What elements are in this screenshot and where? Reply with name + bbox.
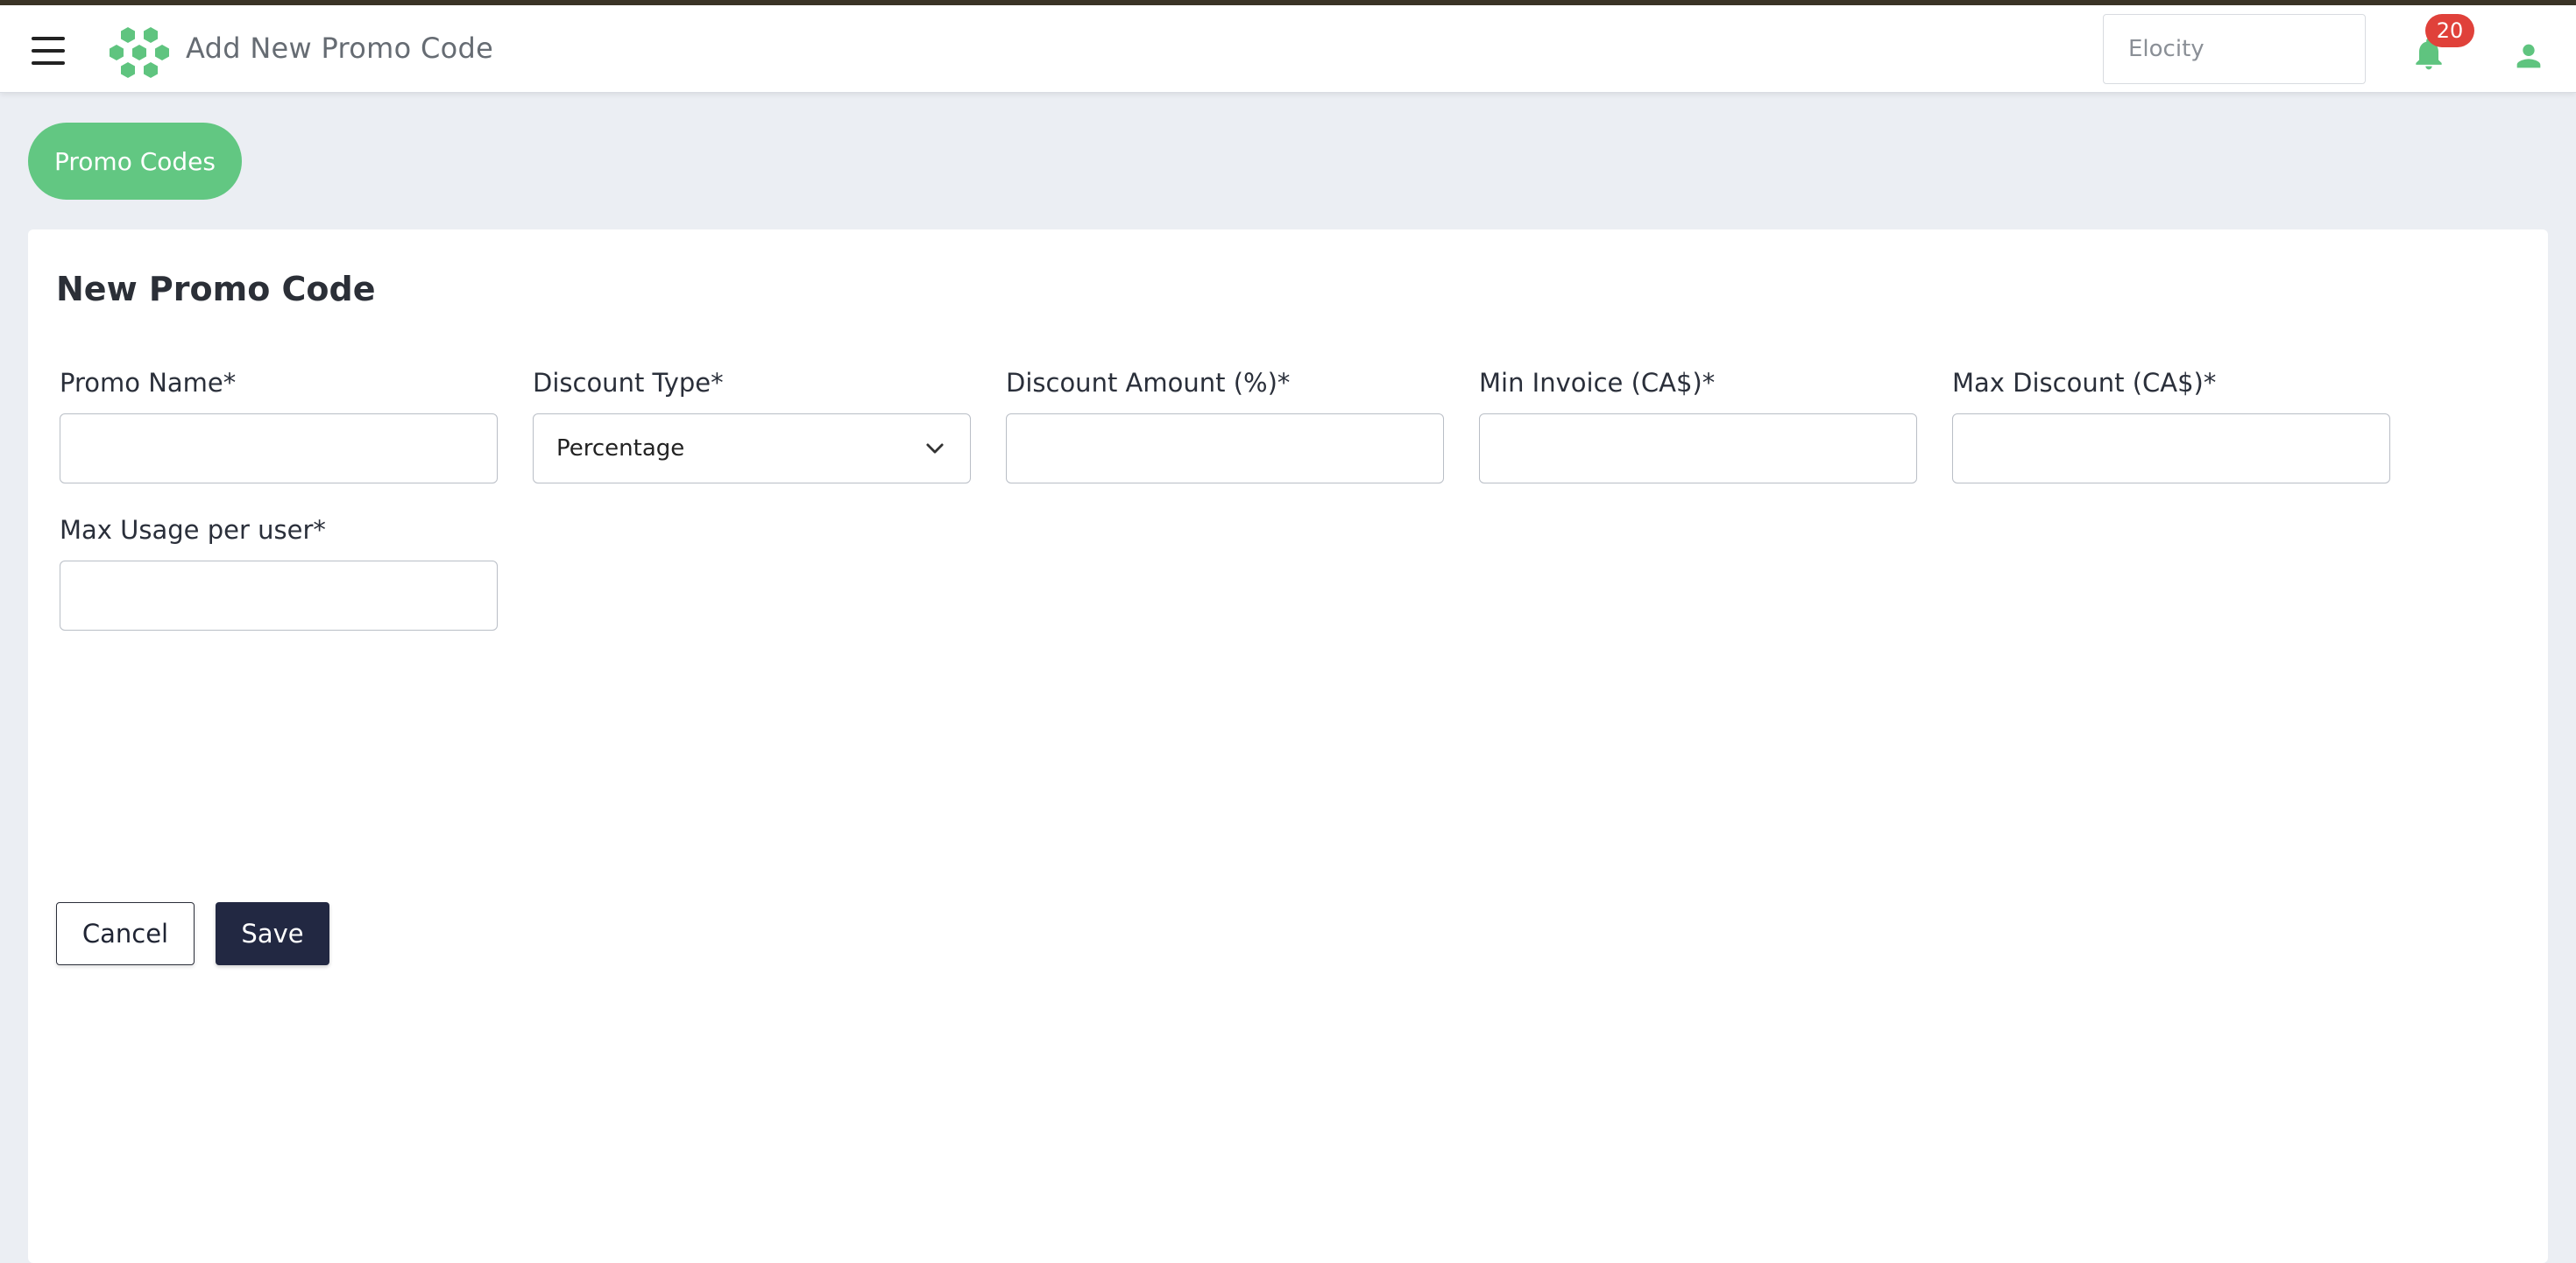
top-header: Add New Promo Code Elocity 20 xyxy=(0,5,2576,93)
discount-type-label: Discount Type* xyxy=(533,368,724,398)
chevron-down-icon xyxy=(926,443,944,454)
max-discount-field: Max Discount (CA$)* xyxy=(1952,363,2390,483)
header-title: Add New Promo Code xyxy=(186,32,494,65)
discount-amount-label: Discount Amount (%)* xyxy=(1006,368,1291,398)
hamburger-icon[interactable] xyxy=(32,37,65,65)
discount-amount-field: Discount Amount (%)* xyxy=(1006,363,1444,483)
max-usage-label: Max Usage per user* xyxy=(60,515,326,545)
min-invoice-label: Min Invoice (CA$)* xyxy=(1479,368,1716,398)
user-icon[interactable] xyxy=(2511,39,2546,74)
max-usage-field: Max Usage per user* xyxy=(60,510,498,631)
cancel-button[interactable]: Cancel xyxy=(56,902,195,965)
max-usage-input[interactable] xyxy=(60,561,498,631)
save-button[interactable]: Save xyxy=(216,902,329,965)
promo-name-field: Promo Name* xyxy=(60,363,498,483)
promo-codes-pill-button[interactable]: Promo Codes xyxy=(28,123,242,200)
max-discount-label: Max Discount (CA$)* xyxy=(1952,368,2217,398)
discount-type-select[interactable]: Percentage xyxy=(533,413,971,483)
notification-count-badge: 20 xyxy=(2425,14,2474,47)
discount-amount-input[interactable] xyxy=(1006,413,1444,483)
promo-name-label: Promo Name* xyxy=(60,368,237,398)
hexagon-logo-icon xyxy=(110,27,169,78)
discount-type-field: Discount Type* Percentage xyxy=(533,363,971,483)
max-discount-input[interactable] xyxy=(1952,413,2390,483)
new-promo-code-card: New Promo Code Promo Name* Discount Type… xyxy=(28,229,2548,1263)
min-invoice-input[interactable] xyxy=(1479,413,1917,483)
organization-select[interactable]: Elocity xyxy=(2103,14,2366,84)
promo-name-input[interactable] xyxy=(60,413,498,483)
form-title: New Promo Code xyxy=(56,270,376,308)
min-invoice-field: Min Invoice (CA$)* xyxy=(1479,363,1917,483)
discount-type-selected-value: Percentage xyxy=(556,435,685,462)
